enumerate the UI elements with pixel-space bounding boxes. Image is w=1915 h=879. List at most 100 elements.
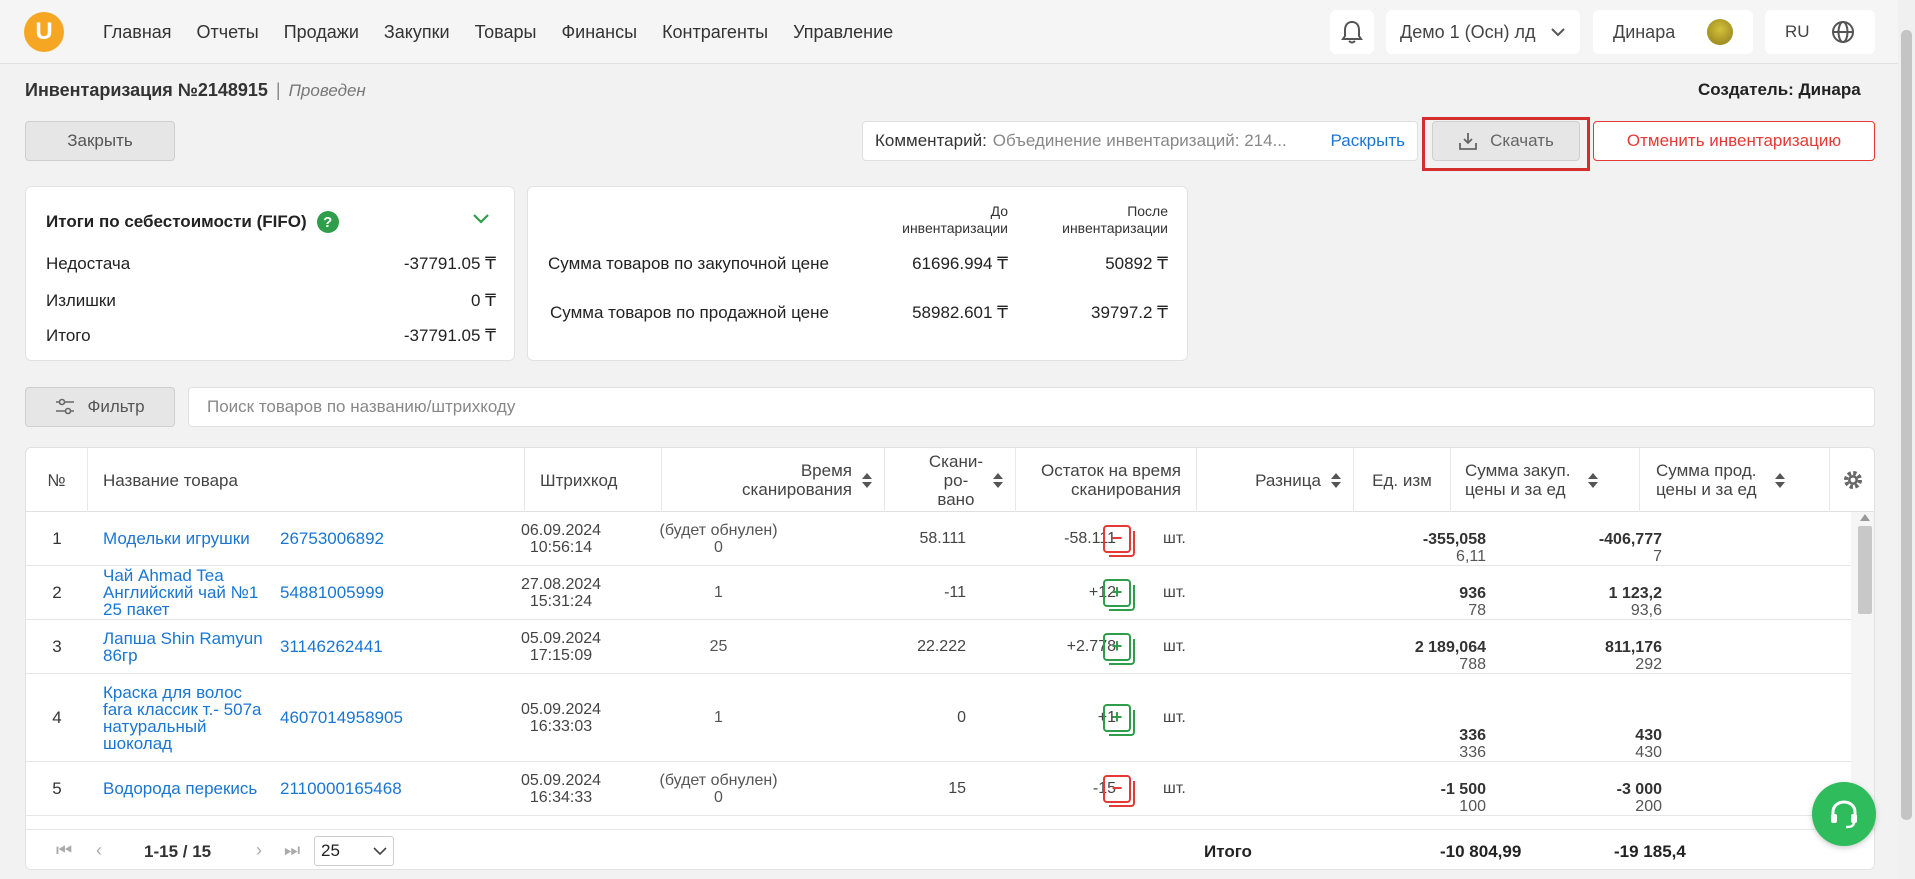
difference-icon: − (1103, 512, 1137, 565)
cancel-inventory-button[interactable]: Отменить инвентаризацию (1593, 121, 1875, 161)
col-header-scanned[interactable]: Скани- ро- вано (885, 448, 1016, 512)
nav-item-products[interactable]: Товары (475, 22, 537, 43)
col-header-barcode[interactable]: Штрихкод (525, 448, 662, 512)
support-chat-button[interactable] (1812, 782, 1876, 846)
nav-item-sales[interactable]: Продажи (284, 22, 359, 43)
product-search-input[interactable]: Поиск товаров по названию/штрихкоду (188, 387, 1875, 427)
table-footer: ⏮ ‹ 1-15 / 15 › ⏭ 25 Итого -10 804,99 -1… (26, 829, 1874, 869)
nav-item-finance[interactable]: Финансы (561, 22, 637, 43)
page-size-select[interactable]: 25 (314, 836, 394, 866)
plus-icon: + (1103, 703, 1135, 736)
scan-time: 06.09.2024 10:56:14 (520, 521, 602, 556)
table-row[interactable]: 5 Водорода перекись 2110000165468 05.09.… (26, 762, 1851, 816)
table-scrollbar[interactable] (1851, 512, 1874, 830)
pagination-range: 1-15 / 15 (144, 842, 212, 861)
sort-icon[interactable] (1331, 473, 1341, 488)
purchase-sum-before: 61696.994 ₸ (912, 254, 1008, 273)
user-menu[interactable]: Динара (1593, 10, 1753, 54)
sort-icon[interactable] (1775, 473, 1785, 488)
nav-item-home[interactable]: Главная (103, 22, 172, 43)
nav-item-reports[interactable]: Отчеты (197, 22, 259, 43)
chevron-down-icon (1551, 28, 1565, 37)
nav-item-contractors[interactable]: Контрагенты (662, 22, 768, 43)
product-name-link[interactable]: Водорода перекись (103, 762, 263, 815)
table-row[interactable]: 2 Чай Ahmad Tea Английский чай №1 25 пак… (26, 566, 1851, 620)
bell-icon (1341, 20, 1363, 44)
download-button[interactable]: Скачать (1432, 121, 1580, 161)
fifo-summary-header: Итоги по себестоимости (FIFO) ? (46, 211, 339, 233)
download-icon (1459, 133, 1478, 150)
scrollbar-thumb[interactable] (1858, 526, 1872, 614)
user-name: Динара (1613, 21, 1676, 42)
surplus-value: 0 ₸ (471, 291, 496, 310)
page-scrollbar[interactable] (1898, 0, 1915, 879)
nav-item-purchases[interactable]: Закупки (384, 22, 450, 43)
headset-icon (1831, 800, 1857, 829)
notifications-button[interactable] (1330, 10, 1374, 54)
sum-sale: -3 000 200 (1456, 762, 1662, 815)
col-header-num: № (26, 448, 88, 512)
difference-value: +2.778 (1066, 637, 1116, 655)
col-header-rest[interactable]: Остаток на время сканирования (1016, 448, 1197, 512)
sort-icon[interactable] (862, 473, 872, 488)
barcode-link[interactable]: 26753006892 (280, 512, 384, 565)
fifo-summary-card: Итоги по себестоимости (FIFO) ? Недостач… (25, 186, 515, 361)
status-badge: Проведен (288, 81, 366, 100)
scanned-count: (будет обнулен) 0 (659, 521, 778, 556)
sort-icon[interactable] (993, 473, 1003, 488)
barcode-link[interactable]: 54881005999 (280, 566, 384, 619)
table-settings-button[interactable] (1830, 448, 1874, 512)
barcode-link[interactable]: 2110000165468 (280, 762, 402, 815)
expand-comment-link[interactable]: Раскрыть (1331, 131, 1405, 151)
previous-page-icon[interactable]: ‹ (96, 840, 102, 861)
col-header-name[interactable]: Название товара (88, 448, 525, 512)
table-row[interactable]: 3 Лапша Shin Ramyun 86гр 31146262441 05.… (26, 620, 1851, 674)
unit: шт. (1163, 583, 1186, 601)
next-page-icon[interactable]: › (256, 840, 262, 861)
chevron-down-icon[interactable] (472, 213, 490, 225)
product-name-link[interactable]: Чай Ahmad Tea Английский чай №1 25 пакет (103, 566, 263, 619)
scan-time-header-label: Время сканирования (742, 461, 852, 499)
avatar (1707, 19, 1733, 45)
sale-sum-after: 39797.2 ₸ (1091, 303, 1168, 322)
help-icon[interactable]: ? (316, 211, 339, 233)
last-page-icon[interactable]: ⏭ (284, 840, 300, 861)
col-header-sum-sale[interactable]: Сумма прод. цены и за ед (1640, 448, 1830, 512)
sum-sale-total: 811,176 (1605, 639, 1662, 656)
col-header-diff[interactable]: Разница (1197, 448, 1354, 512)
scanned-count: 1 (714, 584, 723, 601)
plus-icon: + (1103, 632, 1135, 665)
creator-label: Создатель: Динара (1698, 80, 1861, 99)
first-page-icon[interactable]: ⏮ (56, 840, 72, 861)
scroll-up-arrow-icon[interactable] (1860, 514, 1870, 521)
comment-value: Объединение инвентаризаций: 214... (992, 131, 1287, 150)
unit: шт. (1163, 637, 1186, 655)
table-row[interactable]: 4 Краска для волос fara классик т.- 507a… (26, 674, 1851, 762)
app-logo[interactable]: U (24, 12, 64, 52)
filter-button[interactable]: Фильтр (25, 387, 175, 427)
table-row[interactable]: 1 Модельки игрушки 26753006892 06.09.202… (26, 512, 1851, 566)
col-header-unit: Ед. изм (1354, 448, 1451, 512)
page-scrollbar-thumb[interactable] (1901, 30, 1912, 820)
unit: шт. (1163, 779, 1186, 797)
minus-icon: − (1103, 774, 1135, 807)
rest-header-label: Остаток на время сканирования (1040, 461, 1181, 499)
inventory-table: № Название товара Штрихкод Время сканиро… (25, 447, 1875, 870)
col-header-sum-purchase[interactable]: Сумма закуп. цены и за ед (1451, 448, 1640, 512)
sum-sale-total: 1 123,2 (1608, 585, 1662, 602)
sale-sum-label: Сумма товаров по продажной цене (550, 303, 829, 322)
col-header-scan-time[interactable]: Время сканирования (662, 448, 885, 512)
product-name-link[interactable]: Лапша Shin Ramyun 86гр (103, 620, 263, 673)
diff-header-label: Разница (1255, 470, 1321, 490)
store-selector[interactable]: Демо 1 (Осн) лд (1386, 10, 1580, 54)
scanned-count: (будет обнулен) 0 (659, 771, 778, 806)
language-selector[interactable]: RU (1765, 10, 1875, 54)
difference-icon: + (1103, 620, 1137, 673)
sort-icon[interactable] (1588, 473, 1598, 488)
product-name-link[interactable]: Модельки игрушки (103, 512, 263, 565)
barcode-link[interactable]: 31146262441 (280, 620, 383, 673)
close-button[interactable]: Закрыть (25, 121, 175, 161)
barcode-link[interactable]: 4607014958905 (280, 674, 403, 761)
nav-item-management[interactable]: Управление (793, 22, 893, 43)
product-name-link[interactable]: Краска для волос fara классик т.- 507a н… (103, 674, 263, 761)
